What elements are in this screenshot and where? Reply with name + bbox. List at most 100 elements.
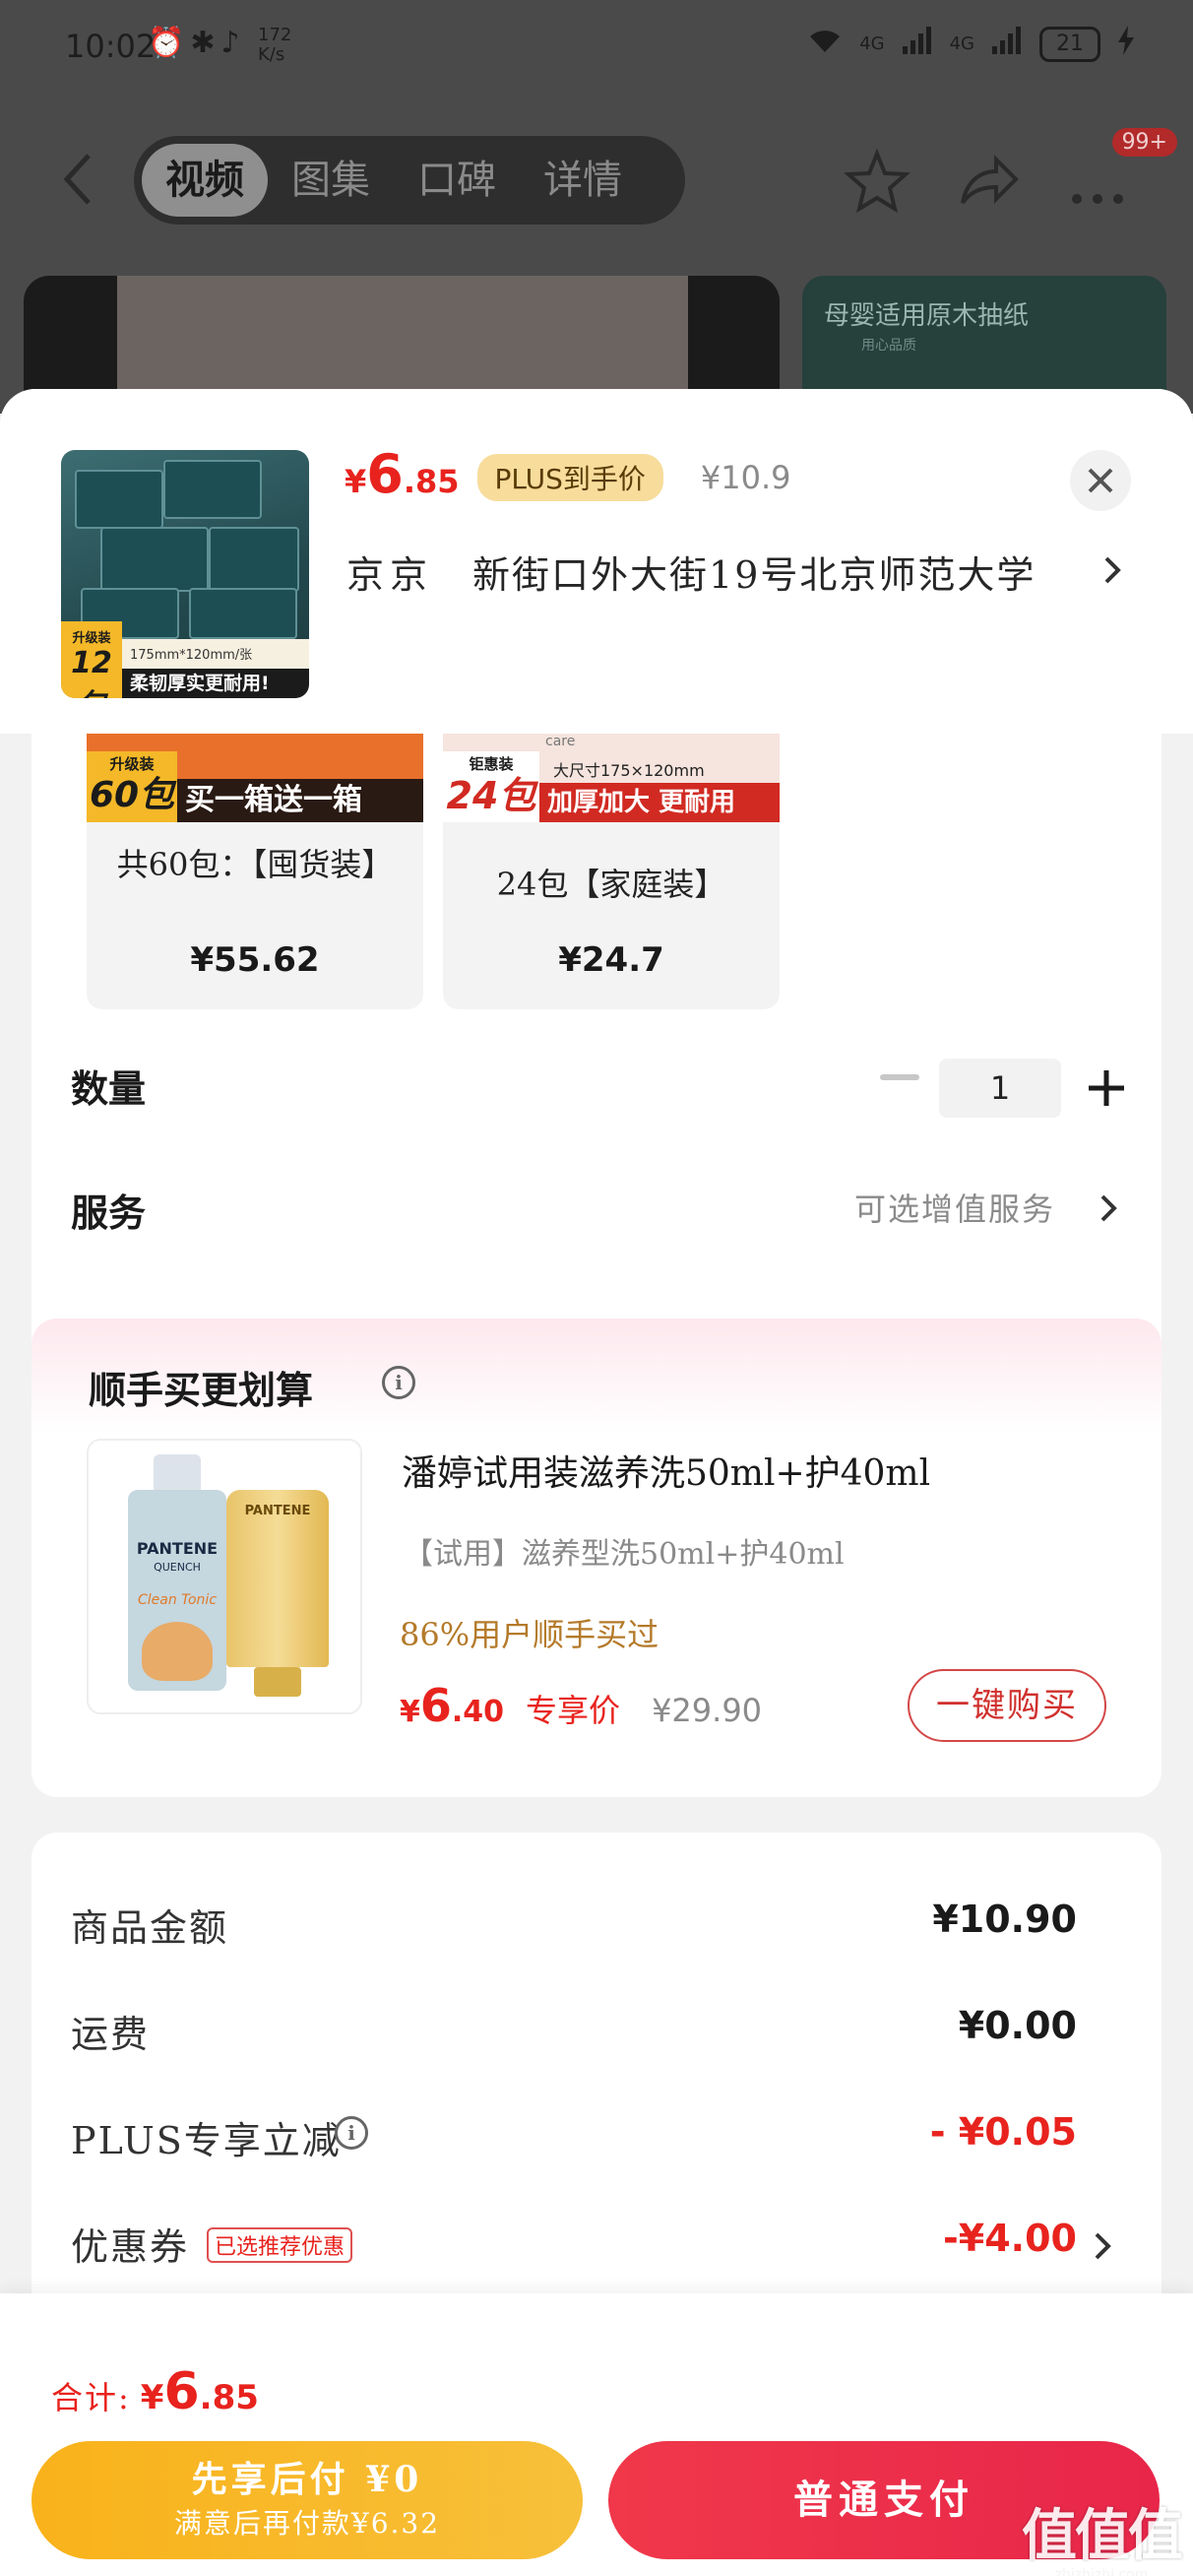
bottle-brand: PANTENE	[136, 1539, 219, 1558]
message-badge: 99+	[1111, 128, 1177, 157]
summary-row: PLUS专享立减 i - ¥0.05	[31, 2110, 1162, 2169]
checkout-footer: 合计: ¥6.85 先享后付 ¥0 满意后再付款¥6.32 普通支付	[0, 2293, 1193, 2576]
image-badge-top: 升级装	[72, 631, 111, 646]
coupon-label: 优惠券	[71, 2225, 190, 2269]
one-click-buy-button[interactable]: 一键购买	[908, 1669, 1106, 1742]
spec-option-image: 升级装 60包 买一箱送一箱	[87, 734, 423, 822]
quantity-input[interactable]: 1	[939, 1059, 1061, 1118]
bottle-script: Clean Tonic	[137, 1592, 218, 1608]
bottle-text: QUENCH	[154, 1561, 201, 1574]
spec-badge-num: 60包	[89, 775, 175, 815]
bundle-price: ¥6.40	[400, 1679, 504, 1732]
summary-label: 商品金额	[71, 1906, 229, 1950]
bundle-popularity: 86%用户顺手买过	[400, 1616, 659, 1653]
price-summary: 商品金额 ¥10.90 运费 ¥0.00 PLUS专享立减 i - ¥0.05 …	[31, 1833, 1162, 2325]
spec-option-price: ¥24.7	[558, 940, 664, 980]
share-icon[interactable]	[953, 148, 1022, 217]
network-speed-value: 172	[258, 25, 292, 45]
media-tabs: 视频 图集 口碑 详情	[134, 136, 685, 225]
delivery-address[interactable]: 京京 新街口外大街19号北京师范大学	[346, 545, 1036, 599]
spec-option-card[interactable]: care 大尺寸175×120mm 钜惠装 24包 加厚加大 更耐用 24包【家…	[443, 734, 780, 1009]
summary-label: 运费	[71, 2013, 151, 2056]
service-value[interactable]: 可选增值服务	[854, 1185, 1055, 1230]
back-arrow-icon[interactable]	[57, 150, 96, 209]
tab-gallery[interactable]: 图集	[268, 144, 394, 217]
coupon-chevron-icon[interactable]	[1093, 2230, 1112, 2262]
product-image[interactable]: 175mm*120mm/张 柔韧厚实更耐用! 升级装 12包	[61, 450, 309, 698]
spec-pack-badge: 升级装 60包	[87, 751, 177, 822]
summary-value: -¥4.00	[943, 2217, 1077, 2260]
more-icon[interactable]	[1063, 148, 1132, 217]
wifi-icon	[808, 27, 842, 61]
network-speed-unit: K/s	[258, 44, 285, 65]
price-row: ¥6.85 PLUS到手价 ¥10.9	[345, 443, 791, 512]
spec-banner: 买一箱送一箱	[177, 779, 423, 822]
pay-later-button[interactable]: 先享后付 ¥0 满意后再付款¥6.32	[31, 2441, 583, 2559]
summary-value: ¥10.90	[932, 1898, 1077, 1941]
summary-value: ¥0.00	[958, 2004, 1077, 2047]
total-integer: 6	[163, 2362, 200, 2421]
price-symbol: ¥	[345, 463, 367, 500]
bundle-price-decimal: .40	[451, 1695, 505, 1729]
address-chevron-icon	[1104, 556, 1121, 584]
service-chevron-icon[interactable]	[1099, 1192, 1118, 1224]
tab-video[interactable]: 视频	[142, 144, 268, 217]
total-amount: ¥6.85	[141, 2362, 259, 2421]
quantity-decrease-button[interactable]	[880, 1074, 919, 1080]
signal-1-label: 4G	[859, 33, 885, 54]
plus-price-tag: PLUS到手价	[476, 454, 663, 501]
status-time: 10:02	[65, 28, 157, 65]
bundle-price-label: 专享价	[526, 1692, 621, 1729]
tab-reviews[interactable]: 口碑	[394, 144, 520, 217]
image-box-6	[189, 588, 297, 639]
image-badge-num: 12包	[71, 646, 112, 698]
image-box-2	[163, 460, 262, 519]
plus-discount-info-icon[interactable]: i	[335, 2116, 368, 2150]
bundle-recommendation: 顺手买更划算 i PANTENE QUENCH Clean Tonic PANT…	[31, 1319, 1162, 1797]
spec-option-card[interactable]: 升级装 60包 买一箱送一箱 共60包：【囤货装】 ¥55.62	[87, 734, 423, 1009]
quantity-increase-button[interactable]	[1087, 1068, 1126, 1108]
total-decimal: .85	[199, 2378, 259, 2417]
total-label: 合计:	[51, 2379, 131, 2416]
background-page: 10:02 ⏰✱♪ 172 K/s 4G 4G 21 视频 图集 口碑 详情 9…	[0, 0, 1193, 414]
coupon-tag: 已选推荐优惠	[207, 2226, 353, 2263]
service-label: 服务	[71, 1191, 147, 1235]
product-top-nav: 视频 图集 口碑 详情 99+	[0, 128, 1193, 236]
battery-icon: 21	[1039, 26, 1100, 62]
image-box-3	[100, 527, 209, 592]
sheet-header: 175mm*120mm/张 柔韧厚实更耐用! 升级装 12包 ¥6.85 PLU…	[0, 389, 1193, 734]
favorite-star-icon[interactable]	[843, 148, 911, 217]
summary-label: PLUS专享立减	[71, 2119, 342, 2162]
bundle-price-integer: 6	[419, 1679, 452, 1732]
spec-option-name: 共60包：【囤货装】	[116, 846, 394, 883]
spec-size: 大尺寸175×120mm	[553, 761, 705, 780]
summary-row: 商品金额 ¥10.90	[31, 1898, 1162, 1957]
summary-value: - ¥0.05	[929, 2110, 1077, 2154]
bottle-orange-splash	[142, 1622, 213, 1681]
pay-later-subtitle: 满意后再付款¥6.32	[173, 2507, 441, 2540]
coupon-row[interactable]: 优惠券 已选推荐优惠 -¥4.00	[31, 2217, 1162, 2276]
tab-details[interactable]: 详情	[520, 144, 646, 217]
image-slogan: 柔韧厚实更耐用!	[122, 669, 309, 698]
bundle-price-symbol: ¥	[400, 1695, 420, 1729]
summary-label: 优惠券 已选推荐优惠	[71, 2217, 353, 2271]
bundle-product-image[interactable]: PANTENE QUENCH Clean Tonic PANTENE	[87, 1439, 362, 1714]
network-speed: 172 K/s	[258, 26, 291, 65]
price-integer: 6	[366, 443, 404, 505]
summary-row: 运费 ¥0.00	[31, 2004, 1162, 2063]
close-button[interactable]	[1070, 450, 1131, 511]
spec-badge-top: 钜惠装	[469, 755, 514, 773]
signal-2-label: 4G	[949, 33, 974, 54]
image-box-4	[209, 527, 299, 592]
signal-1-icon	[902, 27, 932, 61]
total-symbol: ¥	[140, 2378, 164, 2417]
spec-option-price: ¥55.62	[190, 940, 320, 980]
bundle-title: 顺手买更划算	[89, 1369, 314, 1412]
thumbnail-subtext: 用心品质	[861, 338, 916, 354]
order-total: 合计: ¥6.85	[51, 2362, 259, 2421]
shampoo-bottle: PANTENE QUENCH Clean Tonic	[128, 1454, 226, 1691]
tube-cap	[254, 1667, 301, 1697]
bundle-product-name[interactable]: 潘婷试用装滋养洗50ml+护40ml	[402, 1445, 930, 1496]
bundle-info-icon[interactable]: i	[382, 1366, 415, 1399]
address-city: 京京	[346, 553, 434, 597]
